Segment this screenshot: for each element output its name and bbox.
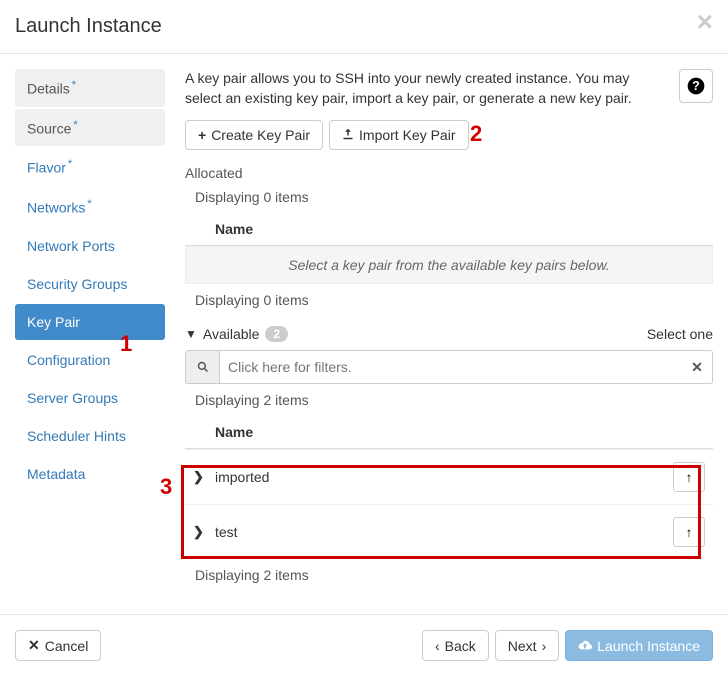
sidebar-item-label: Security Groups	[27, 276, 127, 292]
x-icon: ✕	[28, 637, 40, 654]
filter-input[interactable]	[220, 351, 682, 383]
sidebar-item-metadata[interactable]: Metadata	[15, 456, 165, 492]
sidebar-item-scheduler-hints[interactable]: Scheduler Hints	[15, 418, 165, 454]
launch-instance-button[interactable]: Launch Instance	[565, 630, 713, 661]
import-key-pair-button[interactable]: Import Key Pair	[329, 120, 468, 150]
allocated-count-top: Displaying 0 items	[195, 189, 713, 205]
launch-label: Launch Instance	[597, 638, 700, 654]
sidebar-item-details[interactable]: Details*	[15, 69, 165, 107]
help-icon[interactable]: ?	[679, 69, 713, 103]
sidebar-item-source[interactable]: Source*	[15, 109, 165, 147]
back-label: Back	[445, 638, 476, 654]
arrow-up-icon: ↑	[686, 525, 693, 540]
description-text: A key pair allows you to SSH into your n…	[185, 69, 713, 108]
select-one-label: Select one	[647, 326, 713, 342]
cloud-icon	[578, 638, 592, 654]
allocated-empty-message: Select a key pair from the available key…	[185, 246, 713, 284]
sidebar-item-flavor[interactable]: Flavor*	[15, 148, 165, 186]
keypair-name: test	[215, 524, 673, 540]
import-key-pair-label: Import Key Pair	[359, 127, 455, 143]
sidebar-item-label: Configuration	[27, 352, 110, 368]
available-table-header: Name	[185, 416, 713, 449]
name-column-header: Name	[215, 221, 253, 237]
cancel-label: Cancel	[45, 638, 89, 654]
upload-icon	[342, 127, 354, 143]
clear-filter-icon[interactable]: ✕	[682, 351, 712, 383]
available-toggle[interactable]: ▼ Available 2	[185, 326, 288, 342]
back-button[interactable]: ‹ Back	[422, 630, 489, 661]
sidebar-item-label: Flavor	[27, 160, 66, 176]
sidebar-item-configuration[interactable]: Configuration	[15, 342, 165, 378]
required-asterisk-icon: *	[73, 119, 77, 131]
available-count-top: Displaying 2 items	[195, 392, 713, 408]
sidebar-item-label: Server Groups	[27, 390, 118, 406]
required-asterisk-icon: *	[68, 158, 72, 170]
chevron-right-icon: ›	[542, 638, 547, 654]
plus-icon: +	[198, 127, 206, 143]
sidebar-item-label: Key Pair	[27, 314, 80, 330]
main-panel: ? A key pair allows you to SSH into your…	[185, 69, 713, 599]
sidebar-item-label: Details	[27, 81, 70, 97]
chevron-left-icon: ‹	[435, 638, 440, 654]
name-column-header: Name	[215, 424, 253, 440]
sidebar-item-security-groups[interactable]: Security Groups	[15, 266, 165, 302]
chevron-down-icon: ▼	[185, 327, 197, 341]
modal-title: Launch Instance	[15, 15, 713, 38]
allocated-count-bottom: Displaying 0 items	[195, 292, 713, 308]
available-heading: Available	[203, 326, 260, 342]
sidebar-item-label: Metadata	[27, 466, 85, 482]
sidebar-item-networks[interactable]: Networks*	[15, 188, 165, 226]
keypair-row: ❯test ↑	[185, 504, 713, 559]
required-asterisk-icon: *	[72, 79, 76, 91]
keypair-name: imported	[215, 469, 673, 485]
arrow-up-icon: ↑	[686, 470, 693, 485]
search-icon[interactable]	[186, 351, 220, 383]
sidebar-item-label: Network Ports	[27, 238, 115, 254]
sidebar-item-key-pair[interactable]: Key Pair	[15, 304, 165, 340]
next-label: Next	[508, 638, 537, 654]
svg-text:?: ?	[692, 79, 700, 93]
sidebar-item-label: Scheduler Hints	[27, 428, 126, 444]
available-count-bottom: Displaying 2 items	[195, 567, 713, 583]
allocated-table-header: Name	[185, 213, 713, 246]
sidebar-item-label: Source	[27, 120, 71, 136]
keypair-row: ❯imported ↑	[185, 449, 713, 504]
create-key-pair-label: Create Key Pair	[211, 127, 310, 143]
allocated-heading: Allocated	[185, 165, 713, 181]
allocate-button[interactable]: ↑	[673, 517, 705, 547]
modal-header: Launch Instance ×	[0, 0, 728, 54]
next-button[interactable]: Next ›	[495, 630, 559, 661]
allocate-button[interactable]: ↑	[673, 462, 705, 492]
chevron-right-icon[interactable]: ❯	[193, 469, 215, 485]
required-asterisk-icon: *	[87, 198, 91, 210]
filter-bar: ✕	[185, 350, 713, 384]
sidebar-item-network-ports[interactable]: Network Ports	[15, 228, 165, 264]
wizard-sidebar: Details*Source*Flavor*Networks*Network P…	[15, 69, 165, 599]
sidebar-item-server-groups[interactable]: Server Groups	[15, 380, 165, 416]
chevron-right-icon[interactable]: ❯	[193, 524, 215, 540]
available-count-badge: 2	[265, 326, 288, 342]
sidebar-item-label: Networks	[27, 200, 85, 216]
create-key-pair-button[interactable]: + Create Key Pair	[185, 120, 323, 150]
close-icon[interactable]: ×	[697, 8, 713, 36]
cancel-button[interactable]: ✕ Cancel	[15, 630, 101, 661]
